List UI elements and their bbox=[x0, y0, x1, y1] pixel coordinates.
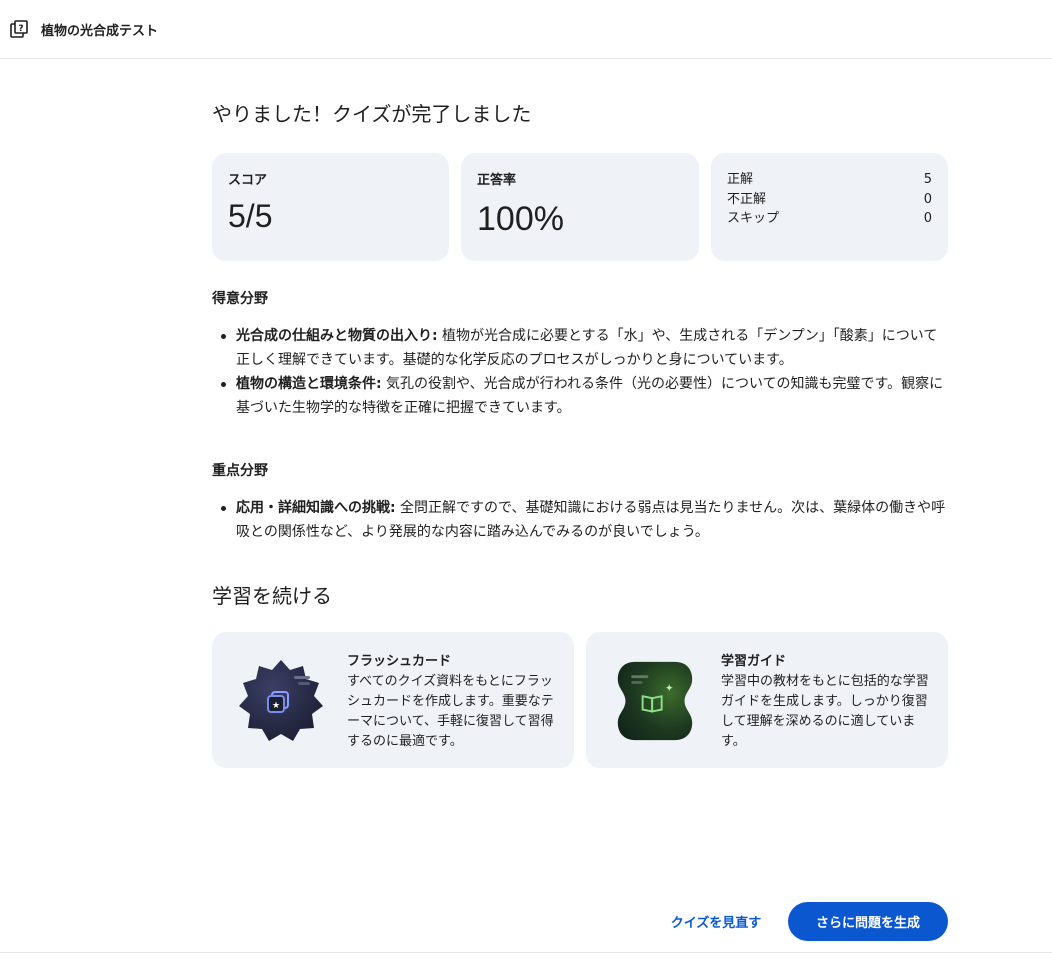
completion-headline: やりました！クイズが完了しました bbox=[212, 102, 532, 126]
focus-list: 応用・詳細知識への挑戦: 全問正解ですので、基礎知識における弱点は見当たりません… bbox=[212, 496, 948, 544]
point-heading: 応用・詳細知識への挑戦: bbox=[236, 500, 396, 516]
breakdown-label: 不正解 bbox=[727, 191, 767, 207]
breakdown-value: 0 bbox=[923, 191, 932, 207]
accuracy-card: 正答率 100% bbox=[461, 153, 699, 261]
breakdown-card: 正解 5 不正解 0 スキップ 0 bbox=[711, 153, 948, 261]
continue-learning-title: 学習を続ける bbox=[212, 584, 332, 608]
score-card: スコア 5/5 bbox=[212, 153, 449, 261]
study-guide-description: 学習中の教材をもとに包括的な学習ガイドを生成します。しっかり復習して理解を深める… bbox=[721, 674, 929, 749]
svg-text:★: ★ bbox=[272, 701, 280, 711]
continue-cards: ★ フラッシュカード すべてのクイズ資料をもとにフラッシュカードを作成します。重… bbox=[212, 632, 948, 768]
breakdown-label: 正解 bbox=[727, 172, 754, 187]
study-guide-text: 学習ガイド 学習中の教材をもとに包括的な学習ガイドを生成します。しっかり復習して… bbox=[721, 652, 936, 752]
score-label: スコア bbox=[228, 173, 268, 188]
review-quiz-button[interactable]: クイズを見直す bbox=[656, 902, 776, 940]
strengths-list: 光合成の仕組みと物質の出入り: 植物が光合成に必要とする「水」や、生成される「デ… bbox=[212, 324, 948, 420]
quiz-icon: ? bbox=[10, 20, 28, 38]
score-value: 5/5 bbox=[228, 198, 273, 234]
strengths-section: 得意分野 光合成の仕組みと物質の出入り: 植物が光合成に必要とする「水」や、生成… bbox=[212, 288, 948, 420]
study-guide-icon: ✦ bbox=[617, 661, 693, 741]
svg-text:?: ? bbox=[18, 24, 23, 34]
breakdown-row-correct: 正解 5 bbox=[727, 170, 932, 190]
svg-text:✦: ✦ bbox=[665, 682, 674, 694]
flashcards-description: すべてのクイズ資料をもとにフラッシュカードを作成します。重要なテーマについて、手… bbox=[347, 674, 554, 749]
list-item: 光合成の仕組みと物質の出入り: 植物が光合成に必要とする「水」や、生成される「デ… bbox=[212, 324, 948, 372]
strengths-title: 得意分野 bbox=[212, 291, 268, 307]
flashcards-card[interactable]: ★ フラッシュカード すべてのクイズ資料をもとにフラッシュカードを作成します。重… bbox=[212, 632, 574, 768]
breakdown-value: 5 bbox=[923, 172, 932, 187]
breakdown-row-incorrect: 不正解 0 bbox=[727, 190, 932, 210]
focus-title: 重点分野 bbox=[212, 463, 268, 479]
point-heading: 光合成の仕組みと物質の出入り: bbox=[236, 328, 438, 344]
flashcards-title: フラッシュカード bbox=[347, 654, 452, 669]
focus-section: 重点分野 応用・詳細知識への挑戦: 全問正解ですので、基礎知識における弱点は見当… bbox=[212, 460, 948, 544]
stats-row: スコア 5/5 正答率 100% 正解 5 不正解 0 スキップ 0 bbox=[212, 153, 948, 261]
breakdown-value: 0 bbox=[923, 211, 932, 226]
accuracy-label: 正答率 bbox=[477, 173, 517, 188]
study-guide-card[interactable]: ✦ 学習ガイド 学習中の教材をもとに包括的な学習ガイドを生成します。しっかり復習… bbox=[586, 632, 948, 768]
breakdown-label: スキップ bbox=[727, 211, 780, 226]
footer-divider bbox=[0, 952, 1052, 953]
flashcards-icon: ★ bbox=[239, 660, 323, 741]
breakdown-row-skipped: スキップ 0 bbox=[727, 209, 932, 229]
list-item: 植物の構造と環境条件: 気孔の役割や、光合成が行われる条件（光の必要性）について… bbox=[212, 372, 948, 420]
top-bar: ? 植物の光合成テスト bbox=[0, 0, 1052, 59]
study-guide-title: 学習ガイド bbox=[721, 654, 787, 669]
generate-more-button[interactable]: さらに問題を生成 bbox=[788, 902, 948, 941]
quiz-title: 植物の光合成テスト bbox=[41, 23, 159, 39]
accuracy-value: 100% bbox=[477, 200, 564, 238]
results-panel: やりました！クイズが完了しました スコア 5/5 正答率 100% 正解 5 不… bbox=[212, 100, 948, 768]
point-heading: 植物の構造と環境条件: bbox=[236, 376, 382, 392]
list-item: 応用・詳細知識への挑戦: 全問正解ですので、基礎知識における弱点は見当たりません… bbox=[212, 496, 948, 544]
flashcards-text: フラッシュカード すべてのクイズ資料をもとにフラッシュカードを作成します。重要な… bbox=[347, 652, 562, 752]
